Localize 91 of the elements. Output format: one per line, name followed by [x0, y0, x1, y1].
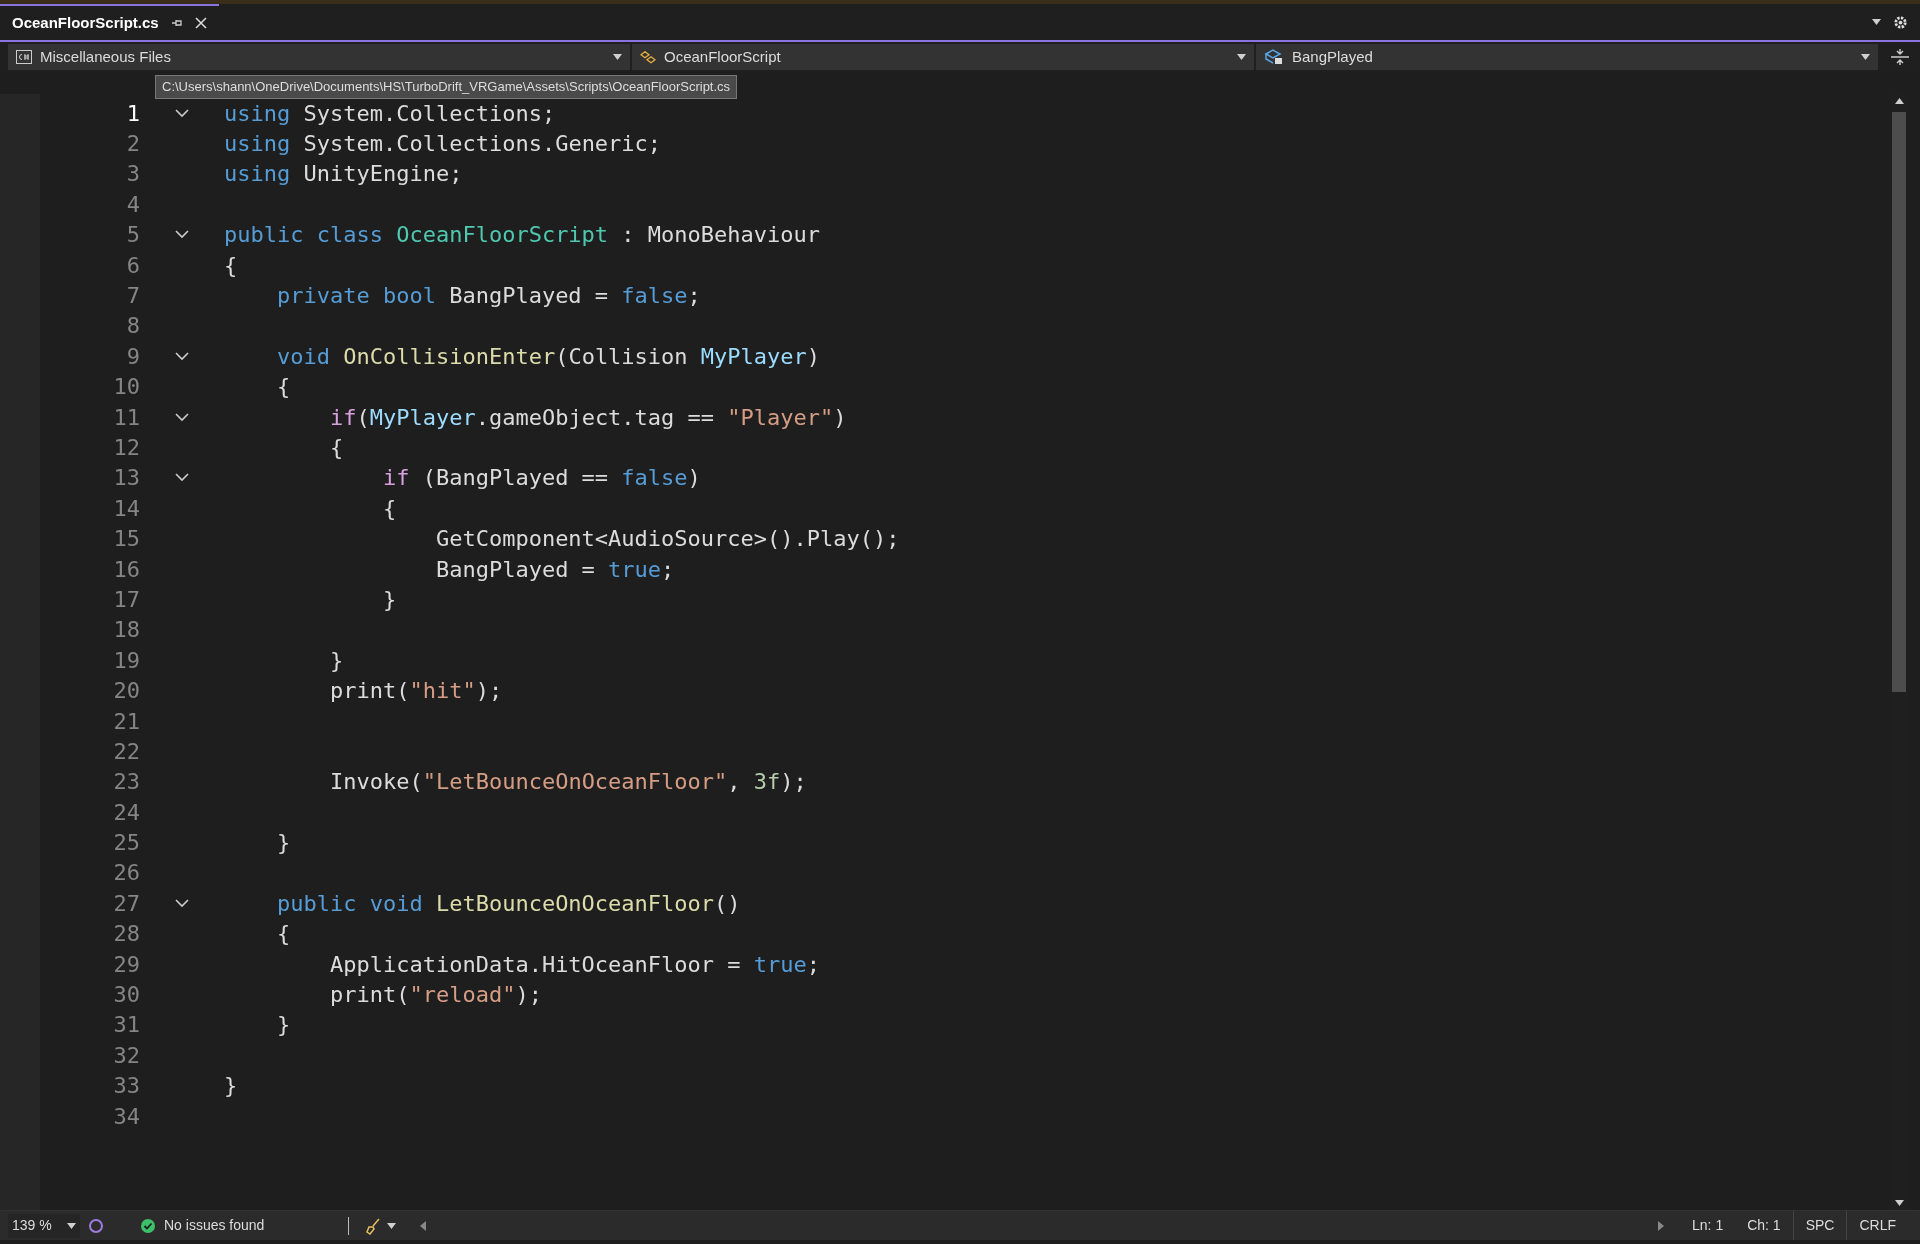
code-line: BangPlayed = true;	[434, 555, 675, 584]
dropdown-caret-icon	[613, 54, 622, 60]
code-line: {	[275, 373, 291, 402]
line-number: 5	[125, 221, 140, 250]
member-dropdown[interactable]: BangPlayed	[1256, 44, 1878, 70]
code-line: }	[224, 1072, 238, 1101]
code-line: print("hit");	[328, 677, 503, 706]
class-icon	[640, 50, 656, 64]
line-number: 1	[125, 99, 140, 128]
line-number: 31	[112, 1011, 140, 1040]
code-line: }	[328, 646, 344, 675]
line-number: 18	[112, 616, 140, 645]
line-number: 19	[112, 646, 140, 675]
line-number: 3	[125, 160, 140, 189]
line-number: 10	[112, 373, 140, 402]
line-number: 7	[125, 282, 140, 311]
collapse-chevron-icon[interactable]	[175, 108, 189, 118]
line-number: 11	[112, 403, 140, 432]
code-line: void OnCollisionEnter(Collision MyPlayer)	[275, 342, 821, 371]
dropdown-caret-icon	[67, 1222, 76, 1229]
type-dropdown[interactable]: OceanFloorScript	[632, 44, 1254, 70]
code-line: }	[381, 585, 397, 614]
collapse-chevron-icon[interactable]	[175, 898, 189, 908]
close-icon[interactable]	[194, 17, 207, 29]
csharp-file-icon	[16, 50, 32, 64]
dropdown-caret-icon	[1237, 54, 1246, 60]
tab-list-caret-icon	[1872, 19, 1881, 25]
line-number: 26	[112, 859, 140, 888]
line-number: 17	[112, 585, 140, 614]
line-number: 14	[112, 494, 140, 523]
scroll-up-icon	[1894, 98, 1904, 104]
dropdown-caret-icon	[1861, 54, 1870, 60]
code-line: using System.Collections;	[224, 99, 556, 128]
line-number: 32	[112, 1041, 140, 1070]
code-line: ApplicationData.HitOceanFloor = true;	[328, 950, 821, 979]
path-tooltip: C:\Users\shann\OneDrive\Documents\HS\TurboDrift_VRGame\Assets\Scripts\OceanFloorScript.cs	[155, 75, 738, 99]
line-number: 9	[125, 342, 140, 371]
line-number: 4	[125, 190, 140, 219]
code-line: if (BangPlayed == false)	[381, 464, 701, 493]
code-line: }	[275, 1011, 291, 1040]
line-number: 8	[125, 312, 140, 341]
line-number: 15	[112, 525, 140, 554]
field-lock-icon	[1264, 48, 1284, 66]
code-line: print("reload");	[328, 981, 542, 1010]
code-line: {	[328, 434, 344, 462]
line-number: 28	[112, 920, 140, 949]
scroll-right-icon[interactable]	[1658, 1220, 1665, 1231]
line-number: 23	[112, 768, 140, 797]
line-number: 27	[112, 889, 140, 918]
line-number: 20	[112, 677, 140, 706]
zoom-dropdown[interactable]: 139 %	[8, 1213, 80, 1238]
settings-icon[interactable]	[1893, 14, 1908, 30]
line-number: 24	[112, 798, 140, 827]
line-number: 29	[112, 950, 140, 979]
column-indicator[interactable]: Ch: 1	[1735, 1215, 1793, 1236]
line-number: 22	[112, 737, 140, 766]
line-number: 30	[112, 981, 140, 1010]
line-number: 13	[112, 464, 140, 493]
project-dropdown[interactable]: Miscellaneous Files	[8, 44, 630, 70]
line-number: 33	[112, 1072, 140, 1101]
code-line: public class OceanFloorScript : MonoBehaviour	[224, 221, 821, 250]
collapse-chevron-icon[interactable]	[175, 473, 189, 483]
split-window-icon[interactable]	[1888, 47, 1912, 67]
line-indicator[interactable]: Ln: 1	[1680, 1215, 1736, 1236]
line-number: 16	[112, 555, 140, 584]
code-line: private bool BangPlayed = false;	[275, 282, 701, 311]
code-line: }	[275, 829, 291, 858]
scroll-down-icon	[1894, 1200, 1904, 1206]
code-line: using System.Collections.Generic;	[224, 130, 662, 159]
collapse-chevron-icon[interactable]	[175, 412, 189, 422]
scroll-left-icon[interactable]	[420, 1220, 427, 1231]
line-number: 2	[125, 130, 140, 159]
code-line: {	[224, 251, 238, 280]
line-number: 21	[112, 707, 140, 736]
line-number: 12	[112, 434, 140, 462]
line-number: 34	[112, 1102, 140, 1131]
code-line: using UnityEngine;	[224, 160, 463, 189]
code-line: public void LetBounceOnOceanFloor()	[275, 889, 741, 918]
code-line: if(MyPlayer.gameObject.tag == "Player")	[328, 403, 847, 432]
code-line: {	[275, 920, 291, 949]
issues-status[interactable]: No issues found	[164, 1215, 265, 1236]
line-number: 6	[125, 251, 140, 280]
pin-icon[interactable]	[170, 17, 183, 29]
line-number: 25	[112, 829, 140, 858]
code-line: GetComponent<AudioSource>().Play();	[434, 525, 900, 554]
code-line: Invoke("LetBounceOnOceanFloor", 3f);	[328, 768, 807, 797]
check-circle-icon	[140, 1217, 156, 1234]
cleanup-caret-icon	[387, 1222, 397, 1229]
collapse-chevron-icon[interactable]	[175, 230, 189, 240]
collapse-chevron-icon[interactable]	[175, 351, 189, 361]
code-line: {	[381, 494, 397, 523]
